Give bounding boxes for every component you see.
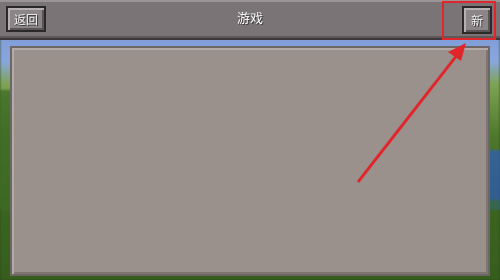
- back-button[interactable]: 返回: [6, 6, 46, 32]
- top-bar: 返回 游戏 新: [0, 0, 500, 40]
- back-button-label: 返回: [13, 12, 38, 27]
- annotation-highlight-box: [442, 1, 496, 40]
- world-list-panel[interactable]: [10, 46, 490, 276]
- page-title: 游戏: [236, 12, 263, 27]
- game-screen: 返回 游戏 新: [0, 0, 500, 280]
